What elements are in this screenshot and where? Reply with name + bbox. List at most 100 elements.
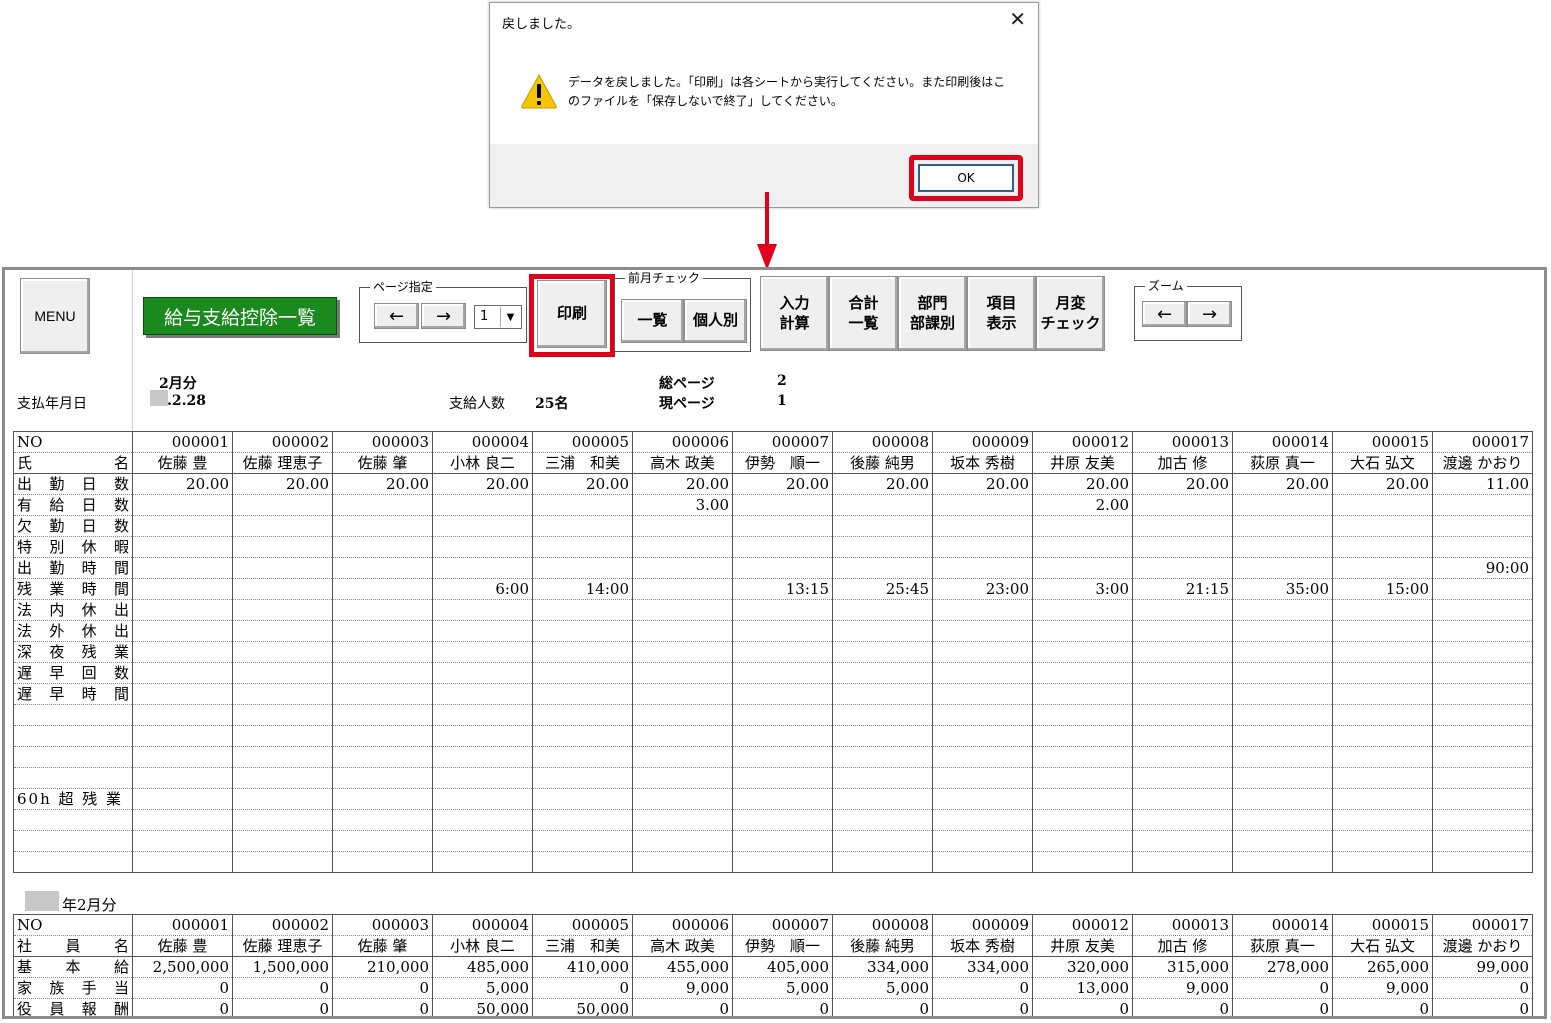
table-cell[interactable] xyxy=(832,767,933,789)
table-cell[interactable] xyxy=(132,578,233,600)
table-cell[interactable] xyxy=(1132,746,1233,768)
table-cell[interactable]: 0 xyxy=(932,977,1033,999)
employee-name-cell[interactable]: 小林 良二 xyxy=(432,452,533,474)
table-cell[interactable] xyxy=(1032,515,1133,537)
employee-name-cell[interactable]: 佐藤 理恵子 xyxy=(232,452,333,474)
table-cell[interactable] xyxy=(932,704,1033,726)
table-cell[interactable] xyxy=(1132,809,1233,831)
table-cell[interactable] xyxy=(1232,557,1333,579)
employee-name-cell[interactable]: 高木 政美 xyxy=(632,452,733,474)
table-cell[interactable] xyxy=(1132,641,1233,663)
table-cell[interactable] xyxy=(532,662,633,684)
table-cell[interactable] xyxy=(532,641,633,663)
table-cell[interactable]: 0 xyxy=(232,998,333,1016)
table-cell[interactable] xyxy=(1132,599,1233,621)
table-cell[interactable] xyxy=(832,494,933,516)
table-cell[interactable]: 13:15 xyxy=(732,578,833,600)
employee-number-cell[interactable]: 000008 xyxy=(832,914,933,936)
table-cell[interactable]: 485,000 xyxy=(432,956,533,978)
table-cell[interactable] xyxy=(732,557,833,579)
table-cell[interactable] xyxy=(1332,662,1433,684)
table-cell[interactable] xyxy=(932,641,1033,663)
table-cell[interactable] xyxy=(532,683,633,705)
table-cell[interactable] xyxy=(932,746,1033,768)
table-cell[interactable]: 0 xyxy=(732,998,833,1016)
table-cell[interactable]: 405,000 xyxy=(732,956,833,978)
table-cell[interactable]: 0 xyxy=(132,998,233,1016)
table-cell[interactable] xyxy=(1332,620,1433,642)
table-cell[interactable] xyxy=(832,557,933,579)
table-cell[interactable]: 0 xyxy=(532,977,633,999)
table-cell[interactable]: 9,000 xyxy=(1332,977,1433,999)
table-cell[interactable] xyxy=(632,557,733,579)
employee-number-cell[interactable]: 000013 xyxy=(1132,431,1233,453)
employee-number-cell[interactable]: 000005 xyxy=(532,914,633,936)
table-cell[interactable]: 410,000 xyxy=(532,956,633,978)
prev-month-list-button[interactable]: 一覧 xyxy=(621,299,684,343)
table-cell[interactable] xyxy=(532,494,633,516)
table-cell[interactable]: 210,000 xyxy=(332,956,433,978)
table-cell[interactable]: 21:15 xyxy=(1132,578,1233,600)
table-cell[interactable] xyxy=(532,599,633,621)
table-cell[interactable] xyxy=(1332,641,1433,663)
table-cell[interactable] xyxy=(1232,515,1333,537)
employee-name-cell[interactable]: 大石 弘文 xyxy=(1332,452,1433,474)
table-cell[interactable] xyxy=(432,809,533,831)
table-cell[interactable] xyxy=(232,746,333,768)
employee-name-cell[interactable]: 渡邊 かおり xyxy=(1432,452,1533,474)
table-cell[interactable] xyxy=(1032,767,1133,789)
employee-name-cell[interactable]: 大石 弘文 xyxy=(1332,935,1433,957)
table-cell[interactable]: 14:00 xyxy=(532,578,633,600)
table-cell[interactable] xyxy=(332,620,433,642)
table-cell[interactable]: 20.00 xyxy=(432,473,533,495)
table-cell[interactable] xyxy=(1232,746,1333,768)
table-cell[interactable] xyxy=(632,683,733,705)
table-cell[interactable]: 0 xyxy=(332,998,433,1016)
table-cell[interactable] xyxy=(232,725,333,747)
chevron-down-icon[interactable]: ▼ xyxy=(500,307,520,327)
monthly-change-check-button[interactable]: 月変 チェック xyxy=(1036,276,1105,351)
table-cell[interactable]: 0 xyxy=(332,977,433,999)
table-cell[interactable] xyxy=(1432,599,1533,621)
sheet-title-button[interactable]: 給与支給控除一覧 xyxy=(143,297,337,335)
table-cell[interactable] xyxy=(232,704,333,726)
table-cell[interactable]: 5,000 xyxy=(732,977,833,999)
table-cell[interactable]: 20.00 xyxy=(332,473,433,495)
table-cell[interactable]: 50,000 xyxy=(432,998,533,1016)
table-cell[interactable] xyxy=(1432,641,1533,663)
table-cell[interactable]: 25:45 xyxy=(832,578,933,600)
table-cell[interactable] xyxy=(1232,494,1333,516)
table-cell[interactable] xyxy=(1232,662,1333,684)
page-next-button[interactable]: → xyxy=(421,303,466,329)
table-cell[interactable]: 3.00 xyxy=(632,494,733,516)
table-cell[interactable] xyxy=(732,830,833,852)
table-cell[interactable] xyxy=(632,599,733,621)
table-cell[interactable] xyxy=(1232,704,1333,726)
table-cell[interactable] xyxy=(432,641,533,663)
table-cell[interactable] xyxy=(932,830,1033,852)
table-cell[interactable] xyxy=(1132,557,1233,579)
table-cell[interactable] xyxy=(1432,725,1533,747)
prev-month-individual-button[interactable]: 個人別 xyxy=(684,299,747,343)
table-cell[interactable] xyxy=(332,536,433,558)
table-cell[interactable] xyxy=(232,641,333,663)
table-cell[interactable] xyxy=(732,494,833,516)
table-cell[interactable] xyxy=(1132,683,1233,705)
employee-name-cell[interactable]: 荻原 真一 xyxy=(1232,452,1333,474)
employee-number-cell[interactable]: 000002 xyxy=(232,914,333,936)
table-cell[interactable] xyxy=(1232,809,1333,831)
table-cell[interactable] xyxy=(932,620,1033,642)
table-cell[interactable] xyxy=(332,767,433,789)
table-cell[interactable] xyxy=(1332,494,1433,516)
table-cell[interactable] xyxy=(1332,830,1433,852)
table-cell[interactable]: 20.00 xyxy=(1232,473,1333,495)
table-cell[interactable]: 0 xyxy=(132,977,233,999)
table-cell[interactable] xyxy=(532,620,633,642)
zoom-in-button[interactable]: → xyxy=(1187,301,1232,327)
table-cell[interactable] xyxy=(232,578,333,600)
table-cell[interactable] xyxy=(1132,767,1233,789)
table-cell[interactable] xyxy=(432,746,533,768)
employee-number-cell[interactable]: 000008 xyxy=(832,431,933,453)
table-cell[interactable] xyxy=(632,830,733,852)
table-cell[interactable] xyxy=(1132,788,1233,810)
